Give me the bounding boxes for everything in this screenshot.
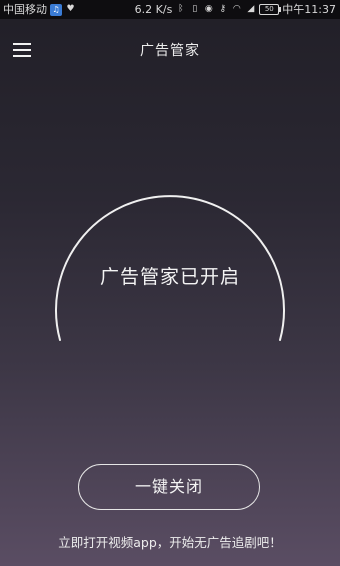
- eye-icon: ◉: [204, 4, 213, 14]
- carrier-name: 中国移动: [3, 3, 47, 16]
- heart-icon: ♥: [66, 4, 75, 14]
- app-screen: 中国移动 ♫ ♥ 6.2 K/s ᛒ ▯ ◉ ⚷ ◠ ◢ 50 中午11:37 …: [0, 0, 340, 566]
- bluetooth-icon: ᛒ: [178, 4, 184, 14]
- tip-text: 立即打开视频app，开始无广告追剧吧！: [58, 535, 282, 550]
- ad-blocker-status-text: 广告管家已开启: [99, 266, 240, 288]
- wifi-icon: ◠: [232, 4, 241, 14]
- signal-icon: ◢: [247, 4, 255, 14]
- status-bar: 中国移动 ♫ ♥ 6.2 K/s ᛒ ▯ ◉ ⚷ ◠ ◢ 50 中午11:37: [0, 0, 340, 19]
- status-bar-right: 6.2 K/s ᛒ ▯ ◉ ⚷ ◠ ◢ 50 中午11:37: [135, 0, 336, 19]
- key-icon: ⚷: [219, 4, 227, 14]
- page-title: 广告管家: [140, 43, 200, 59]
- close-all-button[interactable]: 一键关闭: [78, 464, 260, 510]
- clock: 中午11:37: [282, 3, 336, 16]
- battery-icon: 50: [259, 4, 282, 15]
- network-speed: 6.2 K/s: [134, 3, 173, 16]
- status-bar-left: 中国移动 ♫ ♥: [3, 0, 76, 19]
- vibrate-icon: ▯: [192, 4, 198, 14]
- hd-icon: ♫: [50, 3, 62, 16]
